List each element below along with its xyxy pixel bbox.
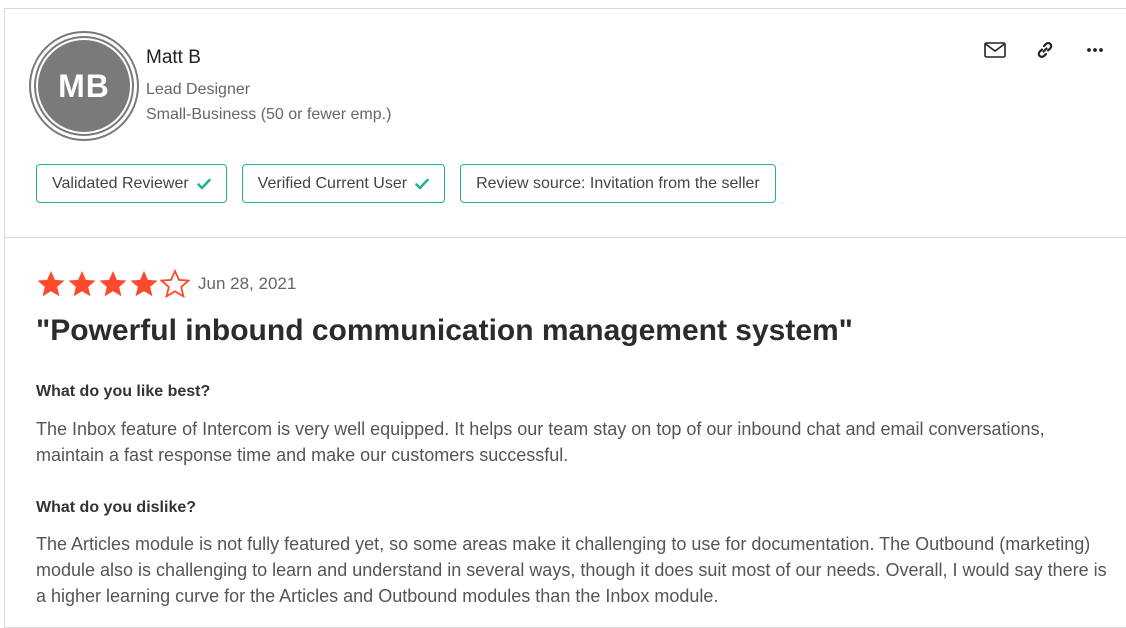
badge-label: Review source: Invitation from the selle… [476, 174, 760, 192]
badge-verified-user[interactable]: Verified Current User [241, 164, 446, 203]
answer-dislike: The Articles module is not fully feature… [36, 534, 1107, 606]
link-icon[interactable] [1032, 39, 1058, 61]
reviewer-badges: Validated Reviewer Verified Current User… [36, 164, 776, 203]
badge-review-source[interactable]: Review source: Invitation from the selle… [460, 164, 776, 203]
check-icon [415, 178, 429, 189]
review-card: MB Matt B Lead Designer Small-Business (… [4, 8, 1126, 628]
star-filled-icon [68, 271, 96, 297]
reviewer-name[interactable]: Matt B [146, 47, 201, 69]
badge-label: Verified Current User [257, 174, 408, 192]
star-empty-icon [160, 269, 190, 299]
review-title: "Powerful inbound communication manageme… [36, 314, 853, 347]
avatar: MB [34, 36, 134, 136]
reviewer-title: Lead Designer [146, 81, 251, 98]
reviewer-header: MB Matt B Lead Designer Small-Business (… [5, 9, 1126, 238]
question-like-best: What do you like best? [36, 383, 211, 400]
mail-icon[interactable] [982, 39, 1008, 61]
reviewer-company-size: Small-Business (50 or fewer emp.) [146, 106, 392, 123]
review-actions [982, 39, 1108, 61]
star-rating [36, 269, 190, 299]
rating-row: Jun 28, 2021 [36, 269, 296, 299]
star-filled-icon [130, 271, 158, 297]
question-dislike: What do you dislike? [36, 499, 197, 516]
star-filled-icon [37, 271, 65, 297]
avatar-initials: MB [58, 67, 110, 104]
badge-validated-reviewer[interactable]: Validated Reviewer [36, 164, 227, 203]
answer-like-best: The Inbox feature of Intercom is very we… [36, 419, 1045, 465]
review-date: Jun 28, 2021 [198, 274, 297, 293]
star-filled-icon [99, 271, 127, 297]
check-icon [196, 178, 211, 189]
more-horizontal-icon[interactable] [1082, 39, 1108, 61]
badge-label: Validated Reviewer [52, 174, 189, 192]
